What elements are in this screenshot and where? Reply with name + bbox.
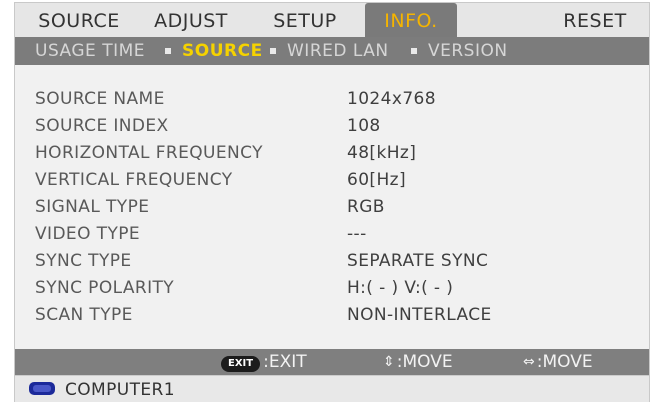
info-row-video-type: VIDEO TYPE ---: [15, 221, 649, 248]
info-label: SOURCE INDEX: [35, 116, 169, 136]
info-row-horizontal-frequency: HORIZONTAL FREQUENCY 48[kHz]: [15, 140, 649, 167]
subtab-version[interactable]: VERSION: [428, 37, 508, 65]
info-label: SCAN TYPE: [35, 305, 133, 325]
info-label: SYNC TYPE: [35, 251, 132, 271]
info-row-vertical-frequency: VERTICAL FREQUENCY 60[Hz]: [15, 167, 649, 194]
source-info-list: SOURCE NAME 1024x768 SOURCE INDEX 108 HO…: [15, 86, 649, 329]
projector-osd-menu: SOURCE ADJUST SETUP INFO. RESET USAGE TI…: [14, 2, 650, 402]
help-move-horizontal: ⇔:MOVE: [523, 349, 593, 375]
up-down-arrows-icon: ⇕: [383, 354, 395, 370]
status-bar: COMPUTER1: [15, 375, 649, 402]
subtab-wired-lan[interactable]: WIRED LAN: [287, 37, 389, 65]
info-value: SEPARATE SYNC: [347, 251, 489, 271]
subtab-source[interactable]: SOURCE: [182, 37, 263, 65]
exit-key-icon: EXIT: [221, 356, 261, 372]
tab-setup[interactable]: SETUP: [259, 3, 351, 37]
info-label: VIDEO TYPE: [35, 224, 141, 244]
separator-dot: [270, 48, 276, 54]
info-row-sync-polarity: SYNC POLARITY H:( - ) V:( - ): [15, 275, 649, 302]
info-row-signal-type: SIGNAL TYPE RGB: [15, 194, 649, 221]
separator-dot: [165, 48, 171, 54]
info-value: 60[Hz]: [347, 170, 407, 190]
info-row-scan-type: SCAN TYPE NON-INTERLACE: [15, 302, 649, 329]
tab-adjust[interactable]: ADJUST: [143, 3, 239, 37]
info-value: 108: [347, 116, 381, 136]
computer-input-icon: [29, 382, 55, 395]
help-bar: EXIT:EXIT ⇕:MOVE ⇔:MOVE: [15, 349, 649, 375]
tab-info[interactable]: INFO.: [365, 3, 457, 37]
info-row-source-name: SOURCE NAME 1024x768: [15, 86, 649, 113]
info-row-source-index: SOURCE INDEX 108: [15, 113, 649, 140]
help-move-label: :MOVE: [536, 352, 593, 372]
info-label: HORIZONTAL FREQUENCY: [35, 143, 263, 163]
info-value: 1024x768: [347, 89, 436, 109]
info-value: H:( - ) V:( - ): [347, 278, 454, 298]
help-move-label: :MOVE: [396, 352, 453, 372]
info-label: SIGNAL TYPE: [35, 197, 150, 217]
tab-reset[interactable]: RESET: [551, 3, 639, 37]
info-label: VERTICAL FREQUENCY: [35, 170, 233, 190]
info-value: NON-INTERLACE: [347, 305, 492, 325]
info-value: ---: [347, 224, 367, 244]
help-exit: EXIT:EXIT: [221, 349, 307, 375]
current-source-name: COMPUTER1: [65, 380, 175, 400]
tab-source[interactable]: SOURCE: [31, 3, 127, 37]
left-right-arrows-icon: ⇔: [523, 354, 535, 370]
sub-tab-bar: USAGE TIME SOURCE WIRED LAN VERSION: [15, 37, 649, 65]
separator-dot: [411, 48, 417, 54]
info-value: 48[kHz]: [347, 143, 417, 163]
subtab-usage-time[interactable]: USAGE TIME: [35, 37, 145, 65]
info-label: SYNC POLARITY: [35, 278, 175, 298]
help-move-vertical: ⇕:MOVE: [383, 349, 453, 375]
help-exit-label: :EXIT: [263, 352, 307, 372]
info-row-sync-type: SYNC TYPE SEPARATE SYNC: [15, 248, 649, 275]
main-menu-bar: SOURCE ADJUST SETUP INFO. RESET: [15, 3, 649, 38]
info-value: RGB: [347, 197, 385, 217]
info-label: SOURCE NAME: [35, 89, 165, 109]
